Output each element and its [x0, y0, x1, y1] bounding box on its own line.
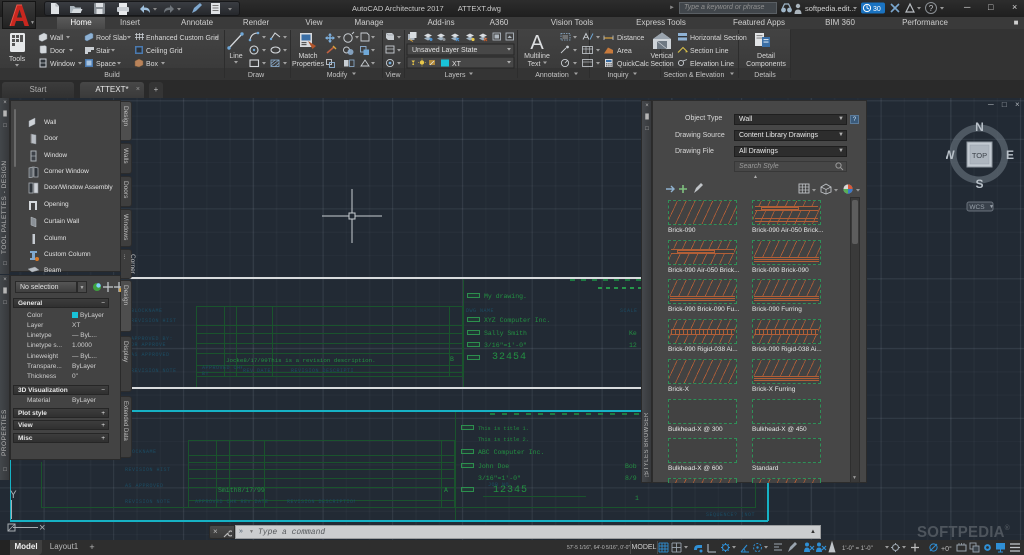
svg-text:Horizontal Section: Horizontal Section — [690, 35, 747, 42]
svg-text:softpedia.edit...: softpedia.edit... — [805, 4, 856, 13]
svg-text:Details: Details — [754, 72, 776, 79]
svg-text:WCS: WCS — [969, 204, 985, 211]
svg-text:1'-0" = 1'-0": 1'-0" = 1'-0" — [842, 546, 873, 552]
svg-text:×: × — [39, 523, 46, 535]
svg-text:Build: Build — [104, 72, 120, 79]
svg-text:Layers: Layers — [444, 72, 466, 79]
svg-text:Wall: Wall — [50, 35, 64, 42]
svg-text:A: A — [530, 32, 544, 54]
svg-text:Door: Door — [50, 48, 66, 55]
svg-text:Multiline: Multiline — [524, 53, 550, 60]
svg-text:+0°: +0° — [941, 545, 952, 553]
svg-text:Unsaved Layer State: Unsaved Layer State — [412, 47, 477, 54]
svg-text:XT: XT — [452, 61, 462, 68]
svg-text:S: S — [975, 177, 983, 191]
svg-text:Detail: Detail — [757, 53, 775, 60]
svg-text:Draw: Draw — [248, 72, 265, 79]
svg-text:Roof Slab: Roof Slab — [96, 35, 127, 42]
svg-text:Window: Window — [50, 61, 76, 68]
svg-text:Match: Match — [298, 53, 317, 60]
svg-text:Section: Section — [650, 61, 673, 68]
svg-text:Section & Elevation: Section & Elevation — [664, 72, 725, 79]
svg-text:Components: Components — [746, 61, 786, 68]
svg-text:30: 30 — [873, 6, 881, 13]
svg-text:Distance: Distance — [617, 35, 644, 42]
svg-text:Vertical: Vertical — [651, 53, 674, 60]
svg-text:Box: Box — [146, 61, 159, 68]
svg-text:Enhanced Custom Grid: Enhanced Custom Grid — [146, 35, 219, 42]
svg-text:Space: Space — [96, 61, 116, 68]
svg-text:Section Line: Section Line — [690, 48, 729, 55]
svg-text:N: N — [975, 120, 984, 134]
svg-text:Tools: Tools — [9, 56, 26, 63]
svg-text:View: View — [385, 72, 401, 79]
svg-text:Elevation Line: Elevation Line — [690, 61, 734, 68]
svg-text:Modify: Modify — [327, 72, 348, 79]
svg-text:E: E — [1006, 148, 1014, 162]
svg-text:Ceiling Grid: Ceiling Grid — [146, 48, 183, 55]
svg-text:W: W — [946, 148, 955, 162]
svg-text:Inquiry: Inquiry — [607, 72, 629, 79]
svg-text:Properties: Properties — [292, 61, 324, 68]
svg-text:QuickCalc: QuickCalc — [617, 61, 649, 68]
svg-text:Text: Text — [528, 61, 541, 68]
svg-text:?: ? — [929, 4, 934, 13]
svg-text:TOP: TOP — [972, 151, 987, 160]
svg-text:Stair: Stair — [96, 48, 111, 55]
svg-text:▼: ▼ — [989, 204, 994, 210]
svg-text:Area: Area — [617, 48, 632, 55]
svg-text:Line: Line — [229, 53, 242, 60]
svg-text:Annotation: Annotation — [535, 72, 569, 79]
